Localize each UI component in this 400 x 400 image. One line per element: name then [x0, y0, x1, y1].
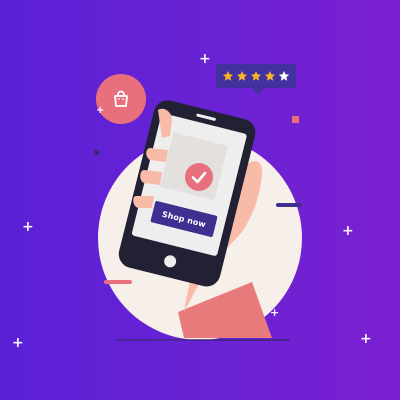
promo-illustration: + + + + + + + Shop now [0, 0, 400, 400]
finger [133, 196, 154, 208]
check-icon [185, 163, 213, 191]
hand-holding-phone [118, 100, 272, 338]
